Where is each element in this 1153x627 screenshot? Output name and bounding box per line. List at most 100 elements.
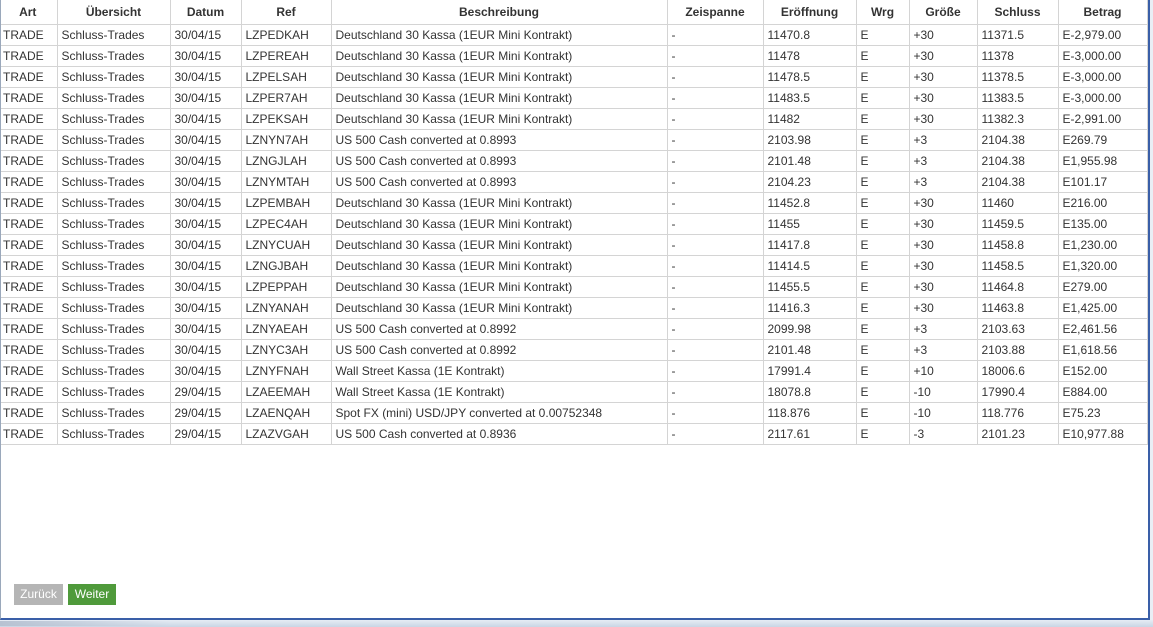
- cell-datum: 30/04/15: [169, 24, 242, 46]
- cell-groesse: +30: [908, 255, 978, 277]
- table-row[interactable]: TRADE Schluss-Trades 30/04/15 LZPER7AH Deuts…: [1, 87, 1148, 109]
- cell-art: TRADE: [1, 192, 58, 214]
- column-header-betrag[interactable]: Betrag: [1057, 0, 1148, 25]
- cell-eroeffnung: 11478: [762, 45, 857, 67]
- cell-uebersicht: Schluss-Trades: [56, 381, 171, 403]
- cell-wrg: E: [855, 171, 910, 193]
- cell-beschreibung: Deutschland 30 Kassa (1EUR Mini Kontrakt…: [330, 255, 668, 277]
- table-row[interactable]: TRADE Schluss-Trades 29/04/15 LZAENQAH Spot …: [1, 402, 1148, 424]
- column-header-schluss[interactable]: Schluss: [976, 0, 1059, 25]
- cell-beschreibung: US 500 Cash converted at 0.8992: [330, 339, 668, 361]
- column-header-eroeffnung[interactable]: Eröffnung: [762, 0, 857, 25]
- cell-eroeffnung: 11417.8: [762, 234, 857, 256]
- cell-betrag: E216.00: [1057, 192, 1148, 214]
- cell-betrag: E10,977.88: [1057, 423, 1148, 445]
- table-row[interactable]: TRADE Schluss-Trades 30/04/15 LZNGJLAH US 50…: [1, 150, 1148, 172]
- cell-uebersicht: Schluss-Trades: [56, 87, 171, 109]
- cell-ref: LZNYC3AH: [240, 339, 332, 361]
- cell-wrg: E: [855, 45, 910, 67]
- table-row[interactable]: TRADE Schluss-Trades 30/04/15 LZPELSAH Deuts…: [1, 66, 1148, 88]
- table-row[interactable]: TRADE Schluss-Trades 30/04/15 LZNGJBAH Deuts…: [1, 255, 1148, 277]
- cell-betrag: E-2,979.00: [1057, 24, 1148, 46]
- table-row[interactable]: TRADE Schluss-Trades 29/04/15 LZAZVGAH US 50…: [1, 423, 1148, 445]
- cell-betrag: E135.00: [1057, 213, 1148, 235]
- table-row[interactable]: TRADE Schluss-Trades 30/04/15 LZNYMTAH US 50…: [1, 171, 1148, 193]
- cell-ref: LZNYN7AH: [240, 129, 332, 151]
- cell-betrag: E-3,000.00: [1057, 45, 1148, 67]
- cell-datum: 30/04/15: [169, 297, 242, 319]
- next-button[interactable]: Weiter: [68, 584, 116, 605]
- cell-betrag: E884.00: [1057, 381, 1148, 403]
- cell-zeispanne: -: [666, 129, 764, 151]
- cell-zeispanne: -: [666, 192, 764, 214]
- column-header-groesse[interactable]: Größe: [908, 0, 978, 25]
- table-row[interactable]: TRADE Schluss-Trades 30/04/15 LZNYCUAH Deuts…: [1, 234, 1148, 256]
- cell-wrg: E: [855, 129, 910, 151]
- column-header-beschreibung[interactable]: Beschreibung: [330, 0, 668, 25]
- back-button[interactable]: Zurück: [14, 584, 63, 605]
- table-row[interactable]: TRADE Schluss-Trades 30/04/15 LZNYN7AH US 50…: [1, 129, 1148, 151]
- cell-datum: 30/04/15: [169, 213, 242, 235]
- cell-schluss: 2103.63: [976, 318, 1059, 340]
- column-header-wrg[interactable]: Wrg: [855, 0, 910, 25]
- cell-groesse: +30: [908, 297, 978, 319]
- cell-datum: 29/04/15: [169, 381, 242, 403]
- table-row[interactable]: TRADE Schluss-Trades 30/04/15 LZNYFNAH Wall …: [1, 360, 1148, 382]
- table-row[interactable]: TRADE Schluss-Trades 30/04/15 LZPEDKAH Deuts…: [1, 24, 1148, 46]
- cell-beschreibung: Wall Street Kassa (1E Kontrakt): [330, 360, 668, 382]
- column-header-art[interactable]: Art: [1, 0, 58, 25]
- cell-beschreibung: Deutschland 30 Kassa (1EUR Mini Kontrakt…: [330, 213, 668, 235]
- cell-betrag: E2,461.56: [1057, 318, 1148, 340]
- cell-groesse: +30: [908, 234, 978, 256]
- cell-art: TRADE: [1, 171, 58, 193]
- cell-schluss: 11458.8: [976, 234, 1059, 256]
- column-header-ref[interactable]: Ref: [240, 0, 332, 25]
- cell-betrag: E152.00: [1057, 360, 1148, 382]
- cell-beschreibung: Deutschland 30 Kassa (1EUR Mini Kontrakt…: [330, 234, 668, 256]
- table-row[interactable]: TRADE Schluss-Trades 30/04/15 LZPEPPAH Deuts…: [1, 276, 1148, 298]
- cell-wrg: E: [855, 66, 910, 88]
- table-row[interactable]: TRADE Schluss-Trades 30/04/15 LZNYAEAH US 50…: [1, 318, 1148, 340]
- cell-ref: LZNYAEAH: [240, 318, 332, 340]
- cell-ref: LZNGJBAH: [240, 255, 332, 277]
- cell-ref: LZAZVGAH: [240, 423, 332, 445]
- cell-eroeffnung: 17991.4: [762, 360, 857, 382]
- cell-eroeffnung: 2101.48: [762, 339, 857, 361]
- cell-art: TRADE: [1, 66, 58, 88]
- cell-art: TRADE: [1, 402, 58, 424]
- cell-zeispanne: -: [666, 24, 764, 46]
- column-header-datum[interactable]: Datum: [169, 0, 242, 25]
- cell-schluss: 11382.3: [976, 108, 1059, 130]
- cell-groesse: +30: [908, 276, 978, 298]
- table-row[interactable]: TRADE Schluss-Trades 30/04/15 LZPEC4AH Deuts…: [1, 213, 1148, 235]
- cell-ref: LZNYCUAH: [240, 234, 332, 256]
- cell-datum: 30/04/15: [169, 339, 242, 361]
- cell-schluss: 2104.38: [976, 150, 1059, 172]
- cell-groesse: +3: [908, 171, 978, 193]
- table-row[interactable]: TRADE Schluss-Trades 30/04/15 LZNYANAH Deuts…: [1, 297, 1148, 319]
- cell-eroeffnung: 2104.23: [762, 171, 857, 193]
- cell-beschreibung: US 500 Cash converted at 0.8936: [330, 423, 668, 445]
- column-header-zeispanne[interactable]: Zeispanne: [666, 0, 764, 25]
- cell-wrg: E: [855, 318, 910, 340]
- cell-zeispanne: -: [666, 402, 764, 424]
- table-row[interactable]: TRADE Schluss-Trades 29/04/15 LZAEEMAH Wall …: [1, 381, 1148, 403]
- cell-wrg: E: [855, 381, 910, 403]
- table-row[interactable]: TRADE Schluss-Trades 30/04/15 LZPEKSAH Deuts…: [1, 108, 1148, 130]
- cell-eroeffnung: 11470.8: [762, 24, 857, 46]
- column-header-uebersicht[interactable]: Übersicht: [56, 0, 171, 25]
- table-row[interactable]: TRADE Schluss-Trades 30/04/15 LZNYC3AH US 50…: [1, 339, 1148, 361]
- cell-zeispanne: -: [666, 150, 764, 172]
- cell-art: TRADE: [1, 360, 58, 382]
- cell-beschreibung: Deutschland 30 Kassa (1EUR Mini Kontrakt…: [330, 24, 668, 46]
- cell-datum: 30/04/15: [169, 234, 242, 256]
- cell-betrag: E1,618.56: [1057, 339, 1148, 361]
- cell-beschreibung: US 500 Cash converted at 0.8993: [330, 129, 668, 151]
- cell-beschreibung: Wall Street Kassa (1E Kontrakt): [330, 381, 668, 403]
- table-row[interactable]: TRADE Schluss-Trades 30/04/15 LZPEREAH Deuts…: [1, 45, 1148, 67]
- cell-betrag: E101.17: [1057, 171, 1148, 193]
- cell-uebersicht: Schluss-Trades: [56, 402, 171, 424]
- cell-art: TRADE: [1, 234, 58, 256]
- table-row[interactable]: TRADE Schluss-Trades 30/04/15 LZPEMBAH Deuts…: [1, 192, 1148, 214]
- cell-datum: 30/04/15: [169, 108, 242, 130]
